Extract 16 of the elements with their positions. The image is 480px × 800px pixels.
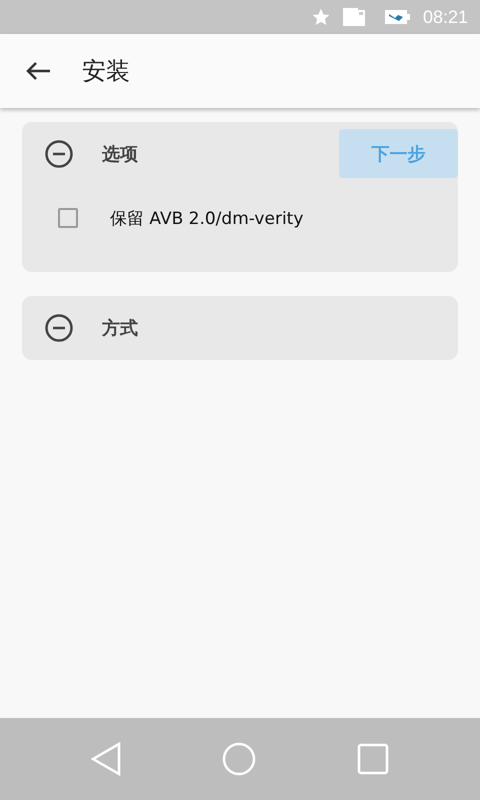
- star-icon: [310, 7, 331, 27]
- battery-icon: [384, 9, 411, 25]
- collapse-icon[interactable]: [44, 313, 74, 343]
- next-button[interactable]: 下一步: [339, 129, 458, 178]
- checkbox[interactable]: [58, 208, 78, 228]
- section-title: 方式: [102, 317, 138, 340]
- section-title: 选项: [102, 143, 138, 166]
- back-icon[interactable]: [90, 742, 121, 776]
- option-label: 保留 AVB 2.0/dm-verity: [110, 208, 304, 230]
- home-icon[interactable]: [222, 742, 256, 776]
- page-title: 安装: [82, 56, 130, 87]
- status-time: 08:21: [422, 6, 468, 28]
- back-arrow-icon[interactable]: [25, 61, 51, 81]
- collapse-icon[interactable]: [44, 139, 74, 169]
- recents-icon[interactable]: [357, 743, 390, 775]
- sd-card-icon: [342, 8, 365, 26]
